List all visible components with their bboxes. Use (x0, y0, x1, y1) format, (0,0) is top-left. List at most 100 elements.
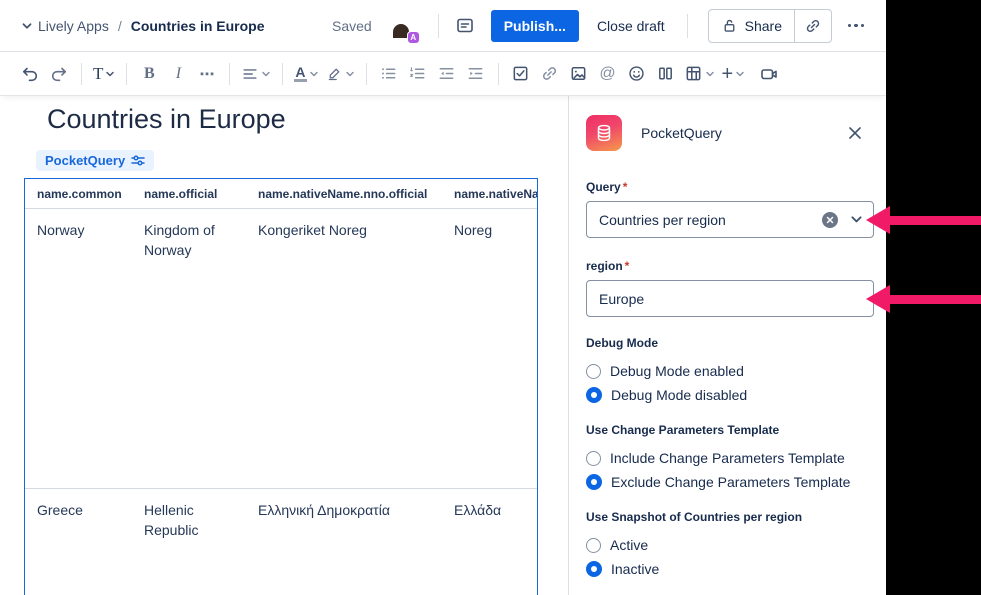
table-cell[interactable]: Ελληνική Δημοκρατία (246, 489, 442, 595)
table-icon (684, 64, 703, 83)
radio-unchecked-icon[interactable] (586, 451, 601, 466)
pocketquery-app-icon (586, 115, 622, 151)
outdent-icon[interactable] (433, 59, 461, 89)
text-style-dropdown[interactable]: T (90, 59, 118, 89)
radio-group-label: Use Snapshot of Countries per region (586, 510, 876, 526)
close-draft-button[interactable]: Close draft (585, 10, 677, 42)
breadcrumb: Lively Apps / Countries in Europe (38, 18, 265, 34)
table-cell[interactable]: Ελλάδα (442, 489, 537, 595)
redo-icon[interactable] (45, 59, 73, 89)
clear-icon[interactable] (822, 212, 838, 228)
radio-checked-icon[interactable] (586, 474, 602, 490)
radio-option-label: Debug Mode disabled (611, 387, 747, 403)
more-menu-icon[interactable] (840, 10, 872, 42)
radio-unchecked-icon[interactable] (586, 364, 601, 379)
text-more-icon[interactable]: ⋯ (193, 59, 221, 89)
chevron-down-icon (705, 69, 715, 79)
region-field-label: region* (586, 259, 629, 273)
table-cell[interactable]: Greece (25, 489, 132, 595)
radio-option[interactable]: Exclude Change Parameters Template (586, 470, 876, 494)
italic-icon[interactable]: I (164, 59, 192, 89)
radio-checked-icon[interactable] (586, 561, 602, 577)
table-header-row: name.commonname.officialname.nativeName.… (25, 179, 537, 209)
chevron-down-icon[interactable] (850, 213, 863, 226)
bullet-list-icon[interactable] (375, 59, 403, 89)
emoji-icon[interactable] (623, 59, 651, 89)
table-cell[interactable]: Kingdom of Norway (132, 209, 246, 488)
text-color-dropdown[interactable]: A (291, 59, 321, 89)
chevron-down-icon (261, 69, 271, 79)
table-column-header: name.common (25, 187, 132, 201)
panel-title: PocketQuery (641, 122, 722, 144)
table-cell[interactable]: Hellenic Republic (132, 489, 246, 595)
region-input[interactable] (586, 280, 874, 317)
required-asterisk: * (625, 259, 630, 273)
pocketquery-config-panel: PocketQuery Query* Countries per region … (568, 96, 886, 595)
video-icon[interactable] (755, 59, 783, 89)
bold-icon[interactable]: B (135, 59, 163, 89)
table-cell[interactable]: Noreg (442, 209, 537, 488)
task-checkbox-icon[interactable] (507, 59, 535, 89)
breadcrumb-space[interactable]: Lively Apps (38, 18, 109, 34)
editor-toolbar: T B I ⋯ A (0, 52, 886, 96)
close-icon[interactable] (840, 118, 870, 148)
editor-window: Lively Apps / Countries in Europe Saved … (0, 0, 886, 595)
query-field-label: Query* (586, 180, 627, 194)
unlock-icon (721, 17, 738, 34)
alignment-dropdown[interactable] (238, 59, 274, 89)
image-icon[interactable] (565, 59, 593, 89)
share-label: Share (745, 18, 782, 34)
undo-icon[interactable] (16, 59, 44, 89)
avatar-badge: A (407, 31, 420, 44)
annotation-arrow-query (866, 206, 981, 234)
share-group: Share (708, 9, 832, 43)
radio-option-label: Active (610, 537, 648, 553)
insert-dropdown[interactable]: + (719, 59, 749, 89)
radio-option-label: Exclude Change Parameters Template (611, 474, 850, 490)
plus-icon: + (722, 65, 734, 83)
link-icon[interactable] (536, 59, 564, 89)
breadcrumb-page-title: Countries in Europe (131, 18, 265, 34)
saved-status: Saved (332, 18, 372, 34)
chevron-down-icon (309, 69, 319, 79)
radio-group-label: Debug Mode (586, 336, 876, 352)
table-cell[interactable]: Norway (25, 209, 132, 488)
numbered-list-icon[interactable] (404, 59, 432, 89)
radio-option-label: Include Change Parameters Template (610, 450, 845, 466)
query-select-value: Countries per region (599, 212, 822, 228)
required-asterisk: * (623, 180, 628, 194)
top-bar: Lively Apps / Countries in Europe Saved … (0, 0, 886, 52)
share-button[interactable]: Share (709, 10, 794, 42)
highlight-dropdown[interactable] (323, 59, 358, 89)
table-body: NorwayKingdom of NorwayKongeriket NoregN… (25, 209, 537, 595)
indent-icon[interactable] (462, 59, 490, 89)
radio-option[interactable]: Include Change Parameters Template (586, 446, 876, 470)
macro-chip-label: PocketQuery (45, 153, 125, 168)
radio-option[interactable]: Debug Mode enabled (586, 359, 876, 383)
arrow-head (866, 285, 890, 313)
radio-option-label: Debug Mode enabled (610, 363, 744, 379)
result-table[interactable]: name.commonname.officialname.nativeName.… (24, 178, 538, 595)
pocketquery-macro-chip[interactable]: PocketQuery (36, 150, 154, 171)
radio-option[interactable]: Debug Mode disabled (586, 383, 876, 407)
arrow-shaft (890, 295, 981, 304)
radio-option[interactable]: Active (586, 533, 876, 557)
table-dropdown[interactable] (681, 59, 718, 89)
topbar-divider (438, 14, 439, 38)
radio-unchecked-icon[interactable] (586, 538, 601, 553)
comment-icon[interactable] (449, 10, 481, 42)
layout-columns-icon[interactable] (652, 59, 680, 89)
radio-option[interactable]: Inactive (586, 557, 876, 581)
copy-link-icon[interactable] (795, 10, 831, 42)
table-cell[interactable]: Kongeriket Noreg (246, 209, 442, 488)
collapse-chevron-icon[interactable] (16, 10, 38, 42)
query-select[interactable]: Countries per region (586, 201, 874, 238)
table-column-header: name.official (132, 187, 246, 201)
radio-checked-icon[interactable] (586, 387, 602, 403)
publish-button[interactable]: Publish... (491, 10, 579, 42)
mention-icon[interactable]: @ (594, 59, 622, 89)
avatar[interactable]: A (386, 11, 416, 41)
annotation-arrow-region (866, 285, 981, 313)
chevron-down-icon (105, 69, 115, 79)
text-style-label: T (93, 64, 103, 84)
